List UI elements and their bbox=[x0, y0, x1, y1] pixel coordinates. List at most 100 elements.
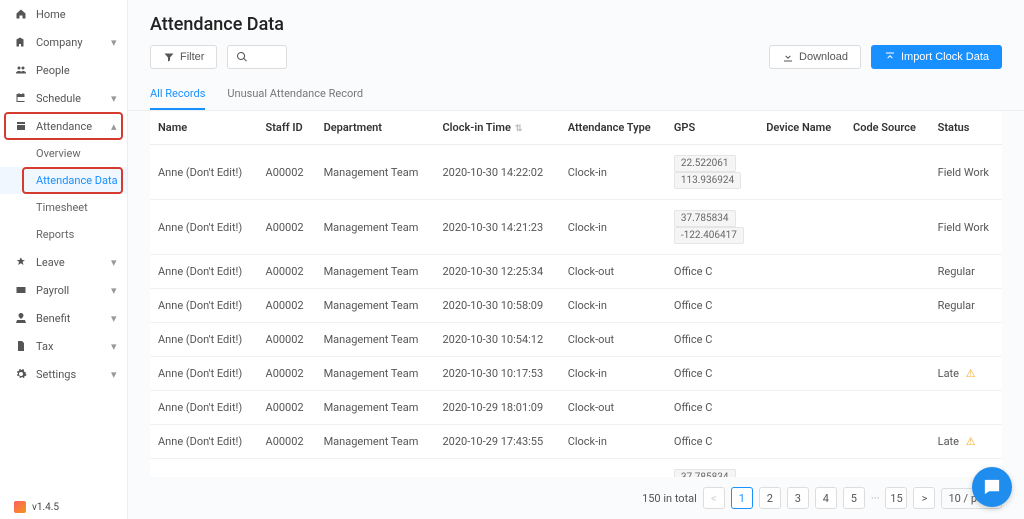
column-header[interactable]: Status bbox=[930, 111, 1002, 145]
sidebar-item-settings[interactable]: Settings▾ bbox=[0, 360, 127, 388]
table-row[interactable]: Anne (Don't Edit!)A00002Management Team2… bbox=[150, 391, 1002, 425]
cell-clock-time: 2020-10-30 10:58:09 bbox=[434, 289, 559, 323]
sidebar-item-label: Company bbox=[36, 36, 111, 49]
cell-staff-id: A00002 bbox=[258, 145, 316, 200]
chevron-down-icon: ▾ bbox=[111, 340, 119, 353]
main-content: Attendance Data Filter Download Import C… bbox=[128, 0, 1024, 519]
pagination-page[interactable]: 1 bbox=[731, 487, 753, 509]
sidebar-item-benefit[interactable]: Benefit▾ bbox=[0, 304, 127, 332]
cell-name: Anne (Don't Edit!) bbox=[150, 425, 258, 459]
download-button[interactable]: Download bbox=[769, 45, 861, 69]
sidebar-subitem-reports[interactable]: Reports bbox=[0, 221, 127, 248]
cell-department: Management Team bbox=[316, 200, 435, 255]
tabs: All Records Unusual Attendance Record bbox=[128, 79, 1024, 111]
table-row[interactable]: Anne (Don't Edit!)A00002Management Team2… bbox=[150, 289, 1002, 323]
chevron-down-icon: ▾ bbox=[111, 284, 119, 297]
table-row[interactable]: Anne (Don't Edit!)A00002Management Team2… bbox=[150, 145, 1002, 200]
cell-code-source bbox=[845, 145, 930, 200]
sidebar-item-tax[interactable]: Tax▾ bbox=[0, 332, 127, 360]
cell-department: Management Team bbox=[316, 323, 435, 357]
chevron-up-icon: ▴ bbox=[111, 120, 119, 133]
cell-department: Management Team bbox=[316, 391, 435, 425]
table-row[interactable]: Anne (Don't Edit!)A00002Management Team2… bbox=[150, 357, 1002, 391]
cell-status: Field Work bbox=[930, 200, 1002, 255]
cell-staff-id: A00002 bbox=[258, 200, 316, 255]
column-header[interactable]: Clock-in Time⇅ bbox=[434, 111, 559, 145]
pagination-total: 150 in total bbox=[642, 492, 697, 505]
cell-clock-time: 2020-10-30 10:17:53 bbox=[434, 357, 559, 391]
cell-code-source bbox=[845, 200, 930, 255]
cell-device bbox=[758, 145, 845, 200]
sidebar-item-people[interactable]: People bbox=[0, 56, 127, 84]
tax-icon bbox=[14, 339, 28, 353]
sidebar-item-leave[interactable]: Leave▾ bbox=[0, 248, 127, 276]
sidebar-item-label: Schedule bbox=[36, 92, 111, 105]
cell-code-source bbox=[845, 323, 930, 357]
column-header[interactable]: Name bbox=[150, 111, 258, 145]
sidebar-item-schedule[interactable]: Schedule▾ bbox=[0, 84, 127, 112]
import-clock-data-button[interactable]: Import Clock Data bbox=[871, 45, 1002, 69]
table-row[interactable]: Anne (Don't Edit!)A00002Management Team2… bbox=[150, 459, 1002, 478]
sidebar-item-home[interactable]: Home bbox=[0, 0, 127, 28]
table-row[interactable]: Anne (Don't Edit!)A00002Management Team2… bbox=[150, 255, 1002, 289]
sidebar-item-company[interactable]: Company▾ bbox=[0, 28, 127, 56]
column-header[interactable]: Device Name bbox=[758, 111, 845, 145]
cell-gps: Office C bbox=[666, 289, 758, 323]
cell-gps: 37.785834-122.406417 bbox=[666, 200, 758, 255]
app-logo-icon bbox=[14, 501, 26, 513]
cell-gps: Office C bbox=[666, 391, 758, 425]
chevron-down-icon: ▾ bbox=[111, 36, 119, 49]
upload-icon bbox=[884, 51, 896, 63]
cell-gps: Office C bbox=[666, 425, 758, 459]
attendance-icon bbox=[14, 119, 28, 133]
payroll-icon bbox=[14, 283, 28, 297]
download-icon bbox=[782, 51, 794, 63]
cell-clock-time: 2020-10-30 10:54:12 bbox=[434, 323, 559, 357]
pagination-page[interactable]: 5 bbox=[843, 487, 865, 509]
tab-all-records[interactable]: All Records bbox=[150, 79, 205, 110]
sort-icon: ⇅ bbox=[515, 124, 523, 134]
pagination-page[interactable]: 2 bbox=[759, 487, 781, 509]
table-row[interactable]: Anne (Don't Edit!)A00002Management Team2… bbox=[150, 425, 1002, 459]
toolbar: Filter Download Import Clock Data bbox=[150, 45, 1002, 69]
sidebar-subitem-attendance-data[interactable]: Attendance Data bbox=[0, 167, 127, 194]
cell-gps: 22.522061113.936924 bbox=[666, 145, 758, 200]
sidebar-item-payroll[interactable]: Payroll▾ bbox=[0, 276, 127, 304]
intercom-launcher[interactable] bbox=[972, 467, 1012, 507]
column-header[interactable]: Staff ID bbox=[258, 111, 316, 145]
pagination-prev[interactable]: < bbox=[703, 487, 725, 509]
cell-staff-id: A00002 bbox=[258, 391, 316, 425]
table-row[interactable]: Anne (Don't Edit!)A00002Management Team2… bbox=[150, 200, 1002, 255]
sidebar-subitem-timesheet[interactable]: Timesheet bbox=[0, 194, 127, 221]
pagination-page[interactable]: 4 bbox=[815, 487, 837, 509]
cell-clock-time: 2020-10-30 14:21:23 bbox=[434, 200, 559, 255]
filter-button[interactable]: Filter bbox=[150, 45, 217, 69]
cell-department: Management Team bbox=[316, 255, 435, 289]
benefit-icon bbox=[14, 311, 28, 325]
settings-icon bbox=[14, 367, 28, 381]
cell-name: Anne (Don't Edit!) bbox=[150, 289, 258, 323]
cell-department: Management Team bbox=[316, 357, 435, 391]
cell-attendance-type: Clock-in bbox=[560, 200, 666, 255]
pagination-next[interactable]: > bbox=[913, 487, 935, 509]
cell-code-source bbox=[845, 425, 930, 459]
pagination-last[interactable]: 15 bbox=[885, 487, 907, 509]
company-icon bbox=[14, 35, 28, 49]
cell-gps: Office C bbox=[666, 357, 758, 391]
tab-unusual-attendance-record[interactable]: Unusual Attendance Record bbox=[227, 79, 363, 110]
column-header[interactable]: Code Source bbox=[845, 111, 930, 145]
chevron-down-icon: ▾ bbox=[111, 92, 119, 105]
cell-staff-id: A00002 bbox=[258, 425, 316, 459]
chevron-down-icon: ▾ bbox=[111, 256, 119, 269]
column-header[interactable]: Department bbox=[316, 111, 435, 145]
cell-clock-time: 2020-10-29 17:42:15 bbox=[434, 459, 559, 478]
sidebar-item-attendance[interactable]: Attendance▴ bbox=[0, 112, 127, 140]
table-row[interactable]: Anne (Don't Edit!)A00002Management Team2… bbox=[150, 323, 1002, 357]
gps-pill: 113.936924 bbox=[674, 172, 741, 189]
search-input[interactable] bbox=[227, 45, 287, 69]
column-header[interactable]: Attendance Type bbox=[560, 111, 666, 145]
pagination-page[interactable]: 3 bbox=[787, 487, 809, 509]
column-header[interactable]: GPS bbox=[666, 111, 758, 145]
sidebar-subitem-overview[interactable]: Overview bbox=[0, 140, 127, 167]
cell-code-source bbox=[845, 459, 930, 478]
